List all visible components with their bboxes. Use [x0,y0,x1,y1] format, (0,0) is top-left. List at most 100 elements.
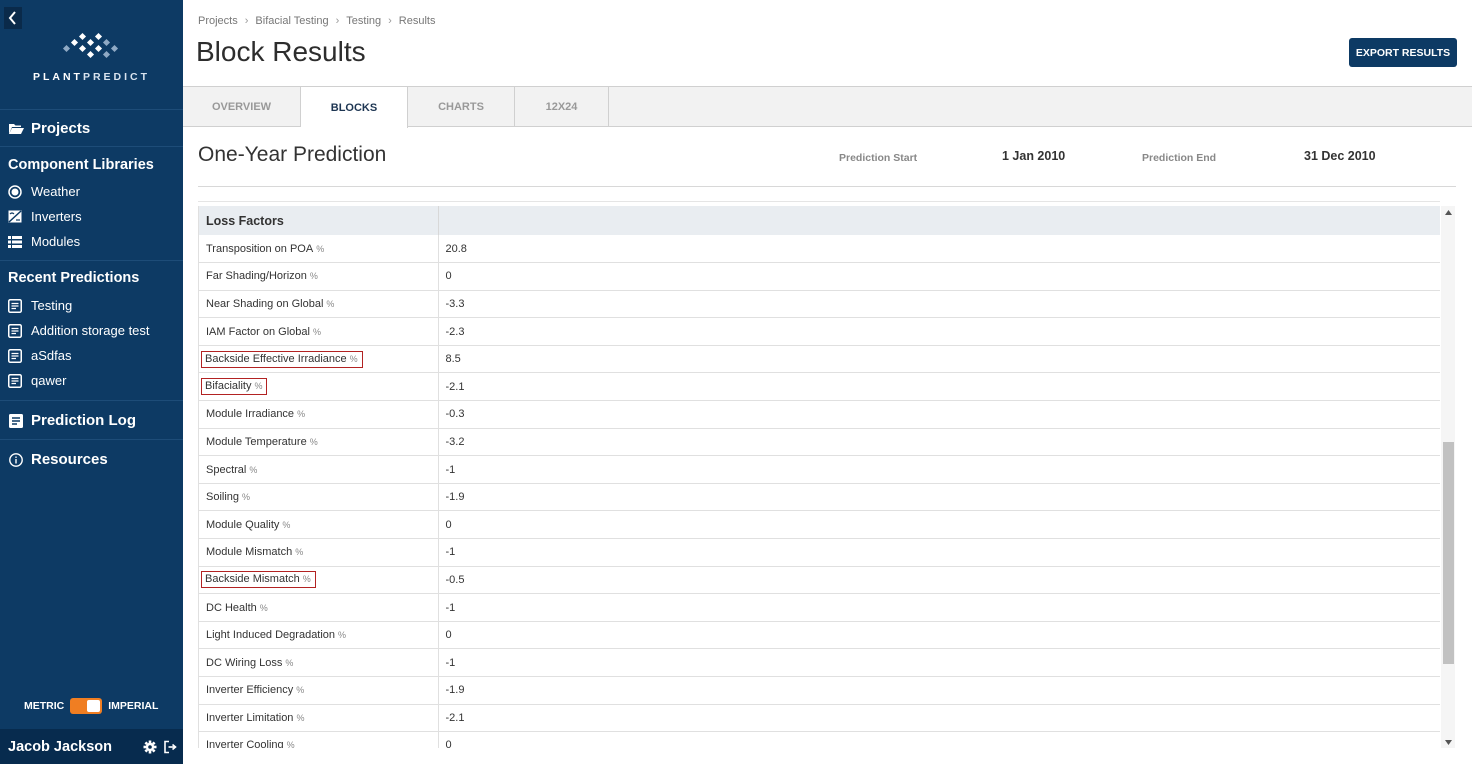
scrollbar-thumb[interactable] [1443,442,1454,664]
label-wrapper: Module Mismatch% [206,546,303,558]
logo-text: PLANTPREDICT [32,71,151,83]
loss-factor-label-cell: Bifaciality% [199,372,439,402]
label-wrapper: Light Induced Degradation% [206,629,346,641]
unit-label: % [296,685,305,696]
loss-factor-label: Near Shading on Global [206,297,324,310]
unit-label: % [249,464,258,475]
sidebar: PLANTPREDICT Projects Component Librarie… [0,0,183,764]
table-row: Soiling% -1.9 [199,483,1440,512]
gear-icon[interactable] [143,740,157,754]
loss-factor-value: -2.1 [438,372,1440,402]
table-row: Module Quality% 0 [199,510,1440,540]
recent-item-asdfas[interactable]: aSdfas [8,348,71,363]
label-wrapper: DC Health% [206,602,268,614]
chevron-left-icon [8,11,16,25]
plantpredict-logo[interactable]: PLANTPREDICT [0,30,183,83]
label-wrapper: IAM Factor on Global% [206,326,321,338]
loss-factor-label-cell: Inverter Limitation% [199,704,439,733]
chevron-right-icon: › [335,15,340,27]
table-row: IAM Factor on Global% -2.3 [199,317,1440,346]
unit-label: % [326,298,335,309]
chevron-right-icon: › [244,15,249,27]
tab-blocks[interactable]: BLOCKS [301,87,408,128]
tab-12x24[interactable]: 12X24 [515,87,609,127]
loss-factor-value: -1 [438,593,1440,622]
label-wrapper: Near Shading on Global% [206,298,334,310]
loss-factor-value: -1.9 [438,676,1440,705]
recent-item-addition-storage-test[interactable]: Addition storage test [8,323,150,338]
unit-toggle-switch[interactable] [70,698,103,714]
logout-icon[interactable] [163,740,177,754]
tab-overview[interactable]: OVERVIEW [183,87,301,127]
table-row: Module Temperature% -3.2 [199,428,1440,457]
loss-factor-label-cell: Inverter Efficiency% [199,676,439,705]
unit-label: % [254,381,263,392]
nav-projects[interactable]: Projects [8,120,90,137]
logo-diamonds-icon [62,32,118,59]
label-wrapper: Inverter Cooling% [206,739,295,748]
unit-label: % [312,326,321,337]
unit-label: % [309,271,318,282]
chevron-right-icon: › [388,15,392,27]
loss-factor-label: Soiling [206,491,240,504]
metric-label[interactable]: METRIC [24,700,64,712]
nav-inverters[interactable]: Inverters [8,209,82,224]
loss-factor-value: 0 [438,510,1440,540]
breadcrumb-item[interactable]: Projects [198,15,238,27]
prediction-end-label: Prediction End [1142,152,1217,164]
export-results-button[interactable]: EXPORT RESULTS [1349,38,1457,67]
loss-factor-value: -1.9 [438,483,1440,512]
loss-factor-label-cell: Transposition on POA% [199,235,439,264]
label-wrapper: Inverter Efficiency% [206,684,304,696]
nav-modules[interactable]: Modules [8,234,80,249]
loss-factor-value: -0.5 [438,566,1440,595]
table-header-row: Loss Factors [199,206,1440,235]
loss-factor-value: -1 [438,455,1440,484]
recent-item-qawer[interactable]: qawer [8,373,66,388]
divider [0,146,183,147]
imperial-label[interactable]: IMPERIAL [108,700,158,712]
nav-resources[interactable]: Resources [8,451,108,468]
unit-label: % [295,547,304,558]
table-row: DC Wiring Loss% -1 [199,648,1440,677]
inverter-icon [8,210,22,224]
recent-item-testing[interactable]: Testing [8,298,72,313]
loss-factor-value: 8.5 [438,345,1440,374]
loss-factor-value: -3.3 [438,290,1440,319]
table-scrollbar[interactable] [1441,206,1455,748]
scroll-up-arrow-icon[interactable] [1441,206,1455,218]
prediction-start-label: Prediction Start [839,152,918,164]
nav-weather[interactable]: Weather [8,184,80,199]
nav-prediction-log[interactable]: Prediction Log [8,412,136,429]
unit-label: % [309,436,318,447]
loss-factor-value: -2.1 [438,704,1440,733]
loss-factor-value: 0 [438,262,1440,291]
breadcrumb-item[interactable]: Testing [346,15,381,27]
recent-predictions-title: Recent Predictions [8,270,140,286]
unit-label: % [259,602,268,613]
table-row: Backside Effective Irradiance% 8.5 [199,345,1440,374]
loss-factor-label-cell: Backside Effective Irradiance% [199,345,439,374]
tab-charts[interactable]: CHARTS [408,87,515,127]
scroll-down-arrow-icon[interactable] [1441,736,1455,748]
collapse-sidebar-button[interactable] [4,7,22,29]
nav-inverters-label: Inverters [31,209,82,224]
loss-factor-label-cell: Spectral% [199,455,439,484]
nav-weather-label: Weather [31,184,80,199]
table-row: Inverter Limitation% -2.1 [199,704,1440,733]
breadcrumb-item[interactable]: Bifacial Testing [255,15,328,27]
loss-factor-label: Backside Effective Irradiance [205,352,347,365]
unit-label: % [338,630,347,641]
document-icon [8,298,22,313]
sun-icon [8,184,22,199]
folder-open-icon [8,121,24,137]
loss-factor-label-cell: IAM Factor on Global% [199,317,439,346]
loss-factor-label-cell: Inverter Cooling% [199,731,439,748]
recent-item-label: qawer [31,373,67,388]
loss-factor-label-cell: DC Wiring Loss% [199,648,439,677]
divider [0,439,183,440]
divider [0,260,183,261]
unit-label: % [282,519,291,530]
loss-factors-table-container[interactable]: Loss Factors Transposition on POA% 20.8 Fa… [198,206,1440,748]
loss-factor-label-cell: Light Induced Degradation% [199,621,439,650]
